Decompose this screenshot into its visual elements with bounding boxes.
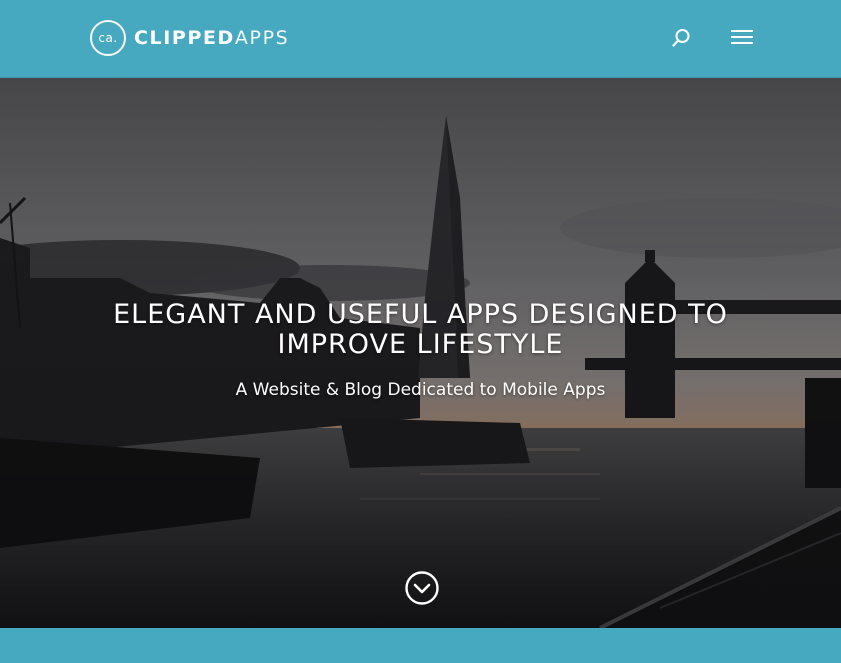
hero-title-line-2: IMPROVE LIFESTYLE [277, 329, 564, 360]
site-header: ca. CLIPPEDAPPS [0, 0, 841, 78]
site-logo[interactable]: ca. CLIPPEDAPPS [90, 18, 289, 58]
logo-mark: ca. [90, 20, 126, 56]
hero-title-line-1: ELEGANT AND USEFUL APPS DESIGNED TO [113, 299, 728, 330]
logo-wordmark: CLIPPEDAPPS [134, 27, 289, 49]
hamburger-menu-icon [731, 30, 753, 44]
hero-subtitle: A Website & Blog Dedicated to Mobile App… [235, 380, 606, 400]
menu-button[interactable] [729, 26, 755, 48]
chevron-down-circle-icon [405, 571, 439, 605]
search-icon [672, 29, 690, 47]
logo-word-bold: CLIPPED [134, 27, 235, 49]
logo-word-light: APPS [234, 27, 290, 49]
hero-section: ELEGANT AND USEFUL APPS DESIGNED TO IMPR… [0, 78, 841, 628]
search-button[interactable] [670, 27, 692, 49]
scroll-down-button[interactable] [404, 570, 440, 606]
hero-title: ELEGANT AND USEFUL APPS DESIGNED TO IMPR… [60, 300, 781, 360]
next-section-strip [0, 628, 841, 663]
